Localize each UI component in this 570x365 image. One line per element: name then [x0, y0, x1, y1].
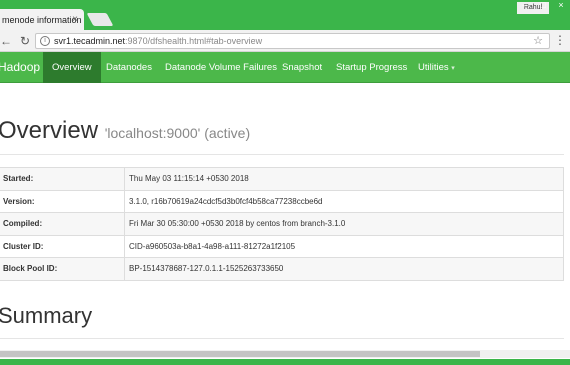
close-window-icon[interactable]: × [552, 0, 570, 10]
nav-utilities-label: Utilities [418, 62, 449, 73]
window-bottom-border [0, 359, 570, 365]
tab-title: menode information [2, 15, 82, 25]
divider [0, 154, 564, 155]
row-key: Cluster ID: [0, 234, 125, 258]
hadoop-navbar: Hadoop Overview Datanodes Datanode Volum… [0, 52, 570, 83]
summary-title: Summary [0, 303, 93, 328]
url-host: svr1.tecadmin.net [54, 36, 126, 46]
table-row: Compiled: Fri Mar 30 05:30:00 +0530 2018… [0, 212, 564, 236]
horizontal-scrollbar[interactable] [0, 350, 570, 358]
url-path: :9870/dfshealth.html#tab-overview [125, 36, 263, 46]
row-value: CID-a960503a-b8a1-4a98-a111-81272a1f2105 [124, 234, 564, 258]
scrollbar-thumb[interactable] [0, 351, 480, 357]
table-row: Cluster ID: CID-a960503a-b8a1-4a98-a111-… [0, 234, 564, 258]
overview-title: Overview [0, 117, 99, 144]
nav-utilities[interactable]: Utilities ▾ [418, 52, 455, 83]
brand-logo[interactable]: Hadoop [0, 60, 40, 74]
row-key: Started: [0, 167, 125, 191]
browser-toolbar: ← ↻ i svr1.tecadmin.net:9870/dfshealth.h… [0, 30, 570, 52]
overview-table: Started: Thu May 03 11:15:14 +0530 2018 … [0, 167, 564, 281]
row-value: Fri Mar 30 05:30:00 +0530 2018 by centos… [124, 212, 564, 236]
row-key: Version: [0, 189, 125, 213]
overview-subtitle: 'localhost:9000' (active) [104, 125, 251, 141]
nav-datanode-volume-failures[interactable]: Datanode Volume Failures [165, 52, 277, 83]
browser-tab[interactable]: menode information × [0, 9, 84, 31]
table-row: Version: 3.1.0, r16b70619a24cdcf5d3b0fcf… [0, 189, 564, 213]
nav-startup-progress[interactable]: Startup Progress [336, 52, 407, 83]
table-row: Block Pool ID: BP-1514378687-127.0.1.1-1… [0, 257, 564, 281]
minimize-icon[interactable]: – [516, 0, 534, 10]
address-bar[interactable]: i svr1.tecadmin.net:9870/dfshealth.html#… [35, 33, 550, 49]
row-value: Thu May 03 11:15:14 +0530 2018 [124, 167, 564, 191]
browser-menu-icon[interactable]: ⋮ [554, 33, 566, 47]
site-info-icon[interactable]: i [40, 36, 50, 46]
table-row: Started: Thu May 03 11:15:14 +0530 2018 [0, 167, 564, 191]
row-key: Block Pool ID: [0, 257, 125, 281]
reload-icon[interactable]: ↻ [20, 34, 30, 48]
tab-close-icon[interactable]: × [72, 14, 78, 25]
maximize-icon[interactable]: □ [534, 0, 552, 10]
bookmark-star-icon[interactable]: ☆ [533, 34, 543, 48]
window-controls: – □ × [516, 0, 570, 14]
nav-overview[interactable]: Overview [43, 52, 101, 83]
row-value: BP-1514378687-127.0.1.1-1525263733650 [124, 257, 564, 281]
browser-titlebar: menode information × Rahul – □ × [0, 0, 570, 31]
nav-datanodes[interactable]: Datanodes [106, 52, 152, 83]
chevron-down-icon: ▾ [451, 65, 455, 72]
row-key: Compiled: [0, 212, 125, 236]
new-tab-button[interactable] [86, 13, 114, 26]
divider [0, 338, 564, 339]
back-icon[interactable]: ← [0, 34, 12, 48]
row-value: 3.1.0, r16b70619a24cdcf5d3b0fcf4b58ca772… [124, 189, 564, 213]
page-title: Overview 'localhost:9000' (active) [0, 117, 250, 145]
nav-snapshot[interactable]: Snapshot [282, 52, 322, 83]
